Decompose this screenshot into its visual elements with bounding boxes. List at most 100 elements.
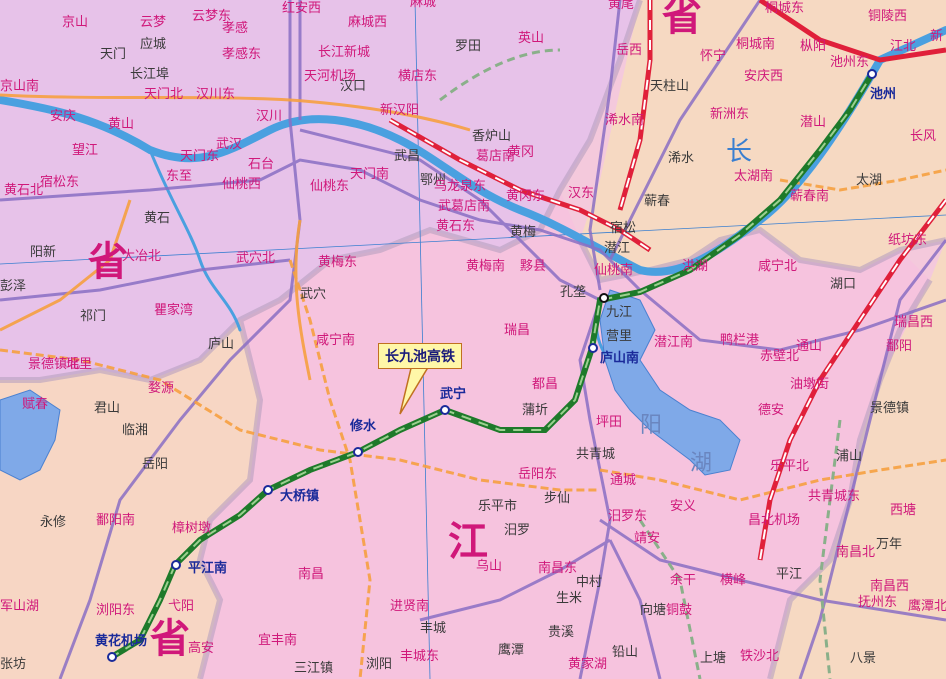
- place-label: 蕲春: [644, 194, 670, 209]
- place-label: 孔垄: [560, 285, 586, 300]
- place-label: 汉川: [256, 109, 282, 124]
- station-label-lushan-nan: 庐山南: [600, 350, 639, 366]
- place-label: 黟县: [520, 259, 546, 274]
- place-label: 靖安: [634, 531, 660, 546]
- place-label: 乐平北: [770, 459, 809, 474]
- place-label: 孝感: [222, 20, 248, 36]
- place-label: 西塘: [890, 502, 916, 518]
- place-label: 湖口: [830, 277, 856, 292]
- place-label: 彭泽: [0, 279, 26, 294]
- place-label: 安庆西: [744, 69, 783, 84]
- place-label: 丰城东: [400, 649, 439, 664]
- place-label: 岳阳: [142, 457, 168, 472]
- place-label: 黄冈: [508, 145, 534, 160]
- place-label: 丰城: [420, 621, 446, 636]
- place-label: 君山: [94, 401, 120, 416]
- place-label: 池州东: [830, 55, 869, 70]
- place-label: 八景: [850, 651, 876, 666]
- place-label: 黄梅南: [466, 258, 505, 274]
- place-label: 向塘: [640, 602, 666, 618]
- place-label: 军山湖: [0, 599, 39, 614]
- station-marker-jiujiang: [600, 294, 608, 302]
- station-label-jiujiang: 九江: [606, 305, 632, 320]
- place-label: 浏阳: [366, 656, 392, 672]
- place-label: 新: [930, 28, 943, 44]
- place-label: 瞿家湾: [154, 302, 193, 318]
- place-label: 应城: [140, 36, 166, 52]
- place-label: 通城: [610, 473, 636, 488]
- place-label: 汨罗: [504, 523, 530, 538]
- place-label: 麻城: [410, 0, 436, 10]
- place-label: 赤壁北: [760, 349, 799, 364]
- place-label: 南昌西: [870, 578, 909, 594]
- place-label: 潜江: [604, 241, 630, 256]
- place-label: 都昌: [532, 377, 558, 392]
- station-marker-xiushui: [354, 448, 362, 456]
- place-label: 瑞昌西: [894, 315, 933, 330]
- place-label: 南昌: [298, 566, 324, 582]
- place-label: 红安西: [282, 0, 321, 16]
- place-label: 岳西: [616, 43, 642, 58]
- place-label: 潜江南: [654, 334, 693, 350]
- place-label: 鄱阳: [886, 339, 912, 354]
- place-label: 天门: [100, 47, 126, 62]
- place-label: 铅山: [612, 645, 638, 660]
- place-label: 贵溪: [548, 625, 574, 640]
- place-label: 樟树墩: [172, 521, 211, 536]
- place-label: 抚州东: [858, 595, 897, 610]
- place-label: 乌龙泉东: [434, 178, 486, 194]
- place-label: 临湘: [122, 423, 148, 438]
- place-label: 通山: [796, 339, 822, 354]
- place-label: 宿松东: [40, 174, 79, 190]
- place-label: 上塘: [700, 650, 726, 666]
- water-label-yang: 阳: [640, 413, 662, 438]
- place-label: 桐城南: [736, 36, 775, 52]
- place-label: 黄冈东: [506, 189, 545, 204]
- place-label: 高安: [188, 640, 214, 656]
- place-label: 安义: [670, 499, 696, 514]
- line-name-callout: 长九池高铁: [378, 343, 462, 369]
- place-label: 黄梅: [510, 225, 536, 240]
- place-label: 咸宁南: [316, 332, 355, 348]
- place-label: 纸坊东: [888, 233, 927, 248]
- place-label: 汉口: [340, 79, 366, 94]
- place-label: 瑶里: [66, 357, 92, 372]
- place-label: 铁沙北: [740, 649, 779, 664]
- station-label-chizhou: 池州: [870, 86, 896, 102]
- place-label: 蒲圻: [522, 403, 548, 418]
- place-label: 武昌: [394, 149, 420, 164]
- place-label: 黄梅东: [318, 255, 357, 270]
- water-label-hu: 湖: [690, 451, 712, 476]
- place-label: 长风: [910, 129, 936, 144]
- place-label: 平江: [776, 567, 802, 582]
- place-label: 黄山: [108, 117, 134, 132]
- place-label: 德安: [758, 403, 784, 418]
- place-label: 弋阳: [168, 599, 194, 614]
- place-label: 阳新: [30, 244, 56, 260]
- place-label: 鄱阳南: [96, 512, 135, 528]
- place-label: 万年: [876, 537, 902, 552]
- place-label: 天门东: [180, 149, 219, 164]
- place-label: 铜鼓: [666, 603, 692, 618]
- big-char-sheng-top: 省: [662, 0, 702, 40]
- place-label: 汨罗东: [608, 509, 647, 524]
- place-label: 营里: [606, 329, 632, 344]
- place-label: 天柱山: [650, 79, 689, 94]
- place-label: 京山: [62, 15, 88, 30]
- station-marker-huanghua-airport: [108, 653, 116, 661]
- place-label: 油墩街: [790, 377, 829, 392]
- place-label: 浦山: [836, 449, 862, 464]
- place-label: 三江镇: [294, 661, 333, 676]
- station-marker-daqiao-zhen: [264, 486, 272, 494]
- place-label: 天门南: [350, 166, 389, 182]
- place-label: 咸宁北: [758, 258, 797, 274]
- place-label: 宜丰南: [258, 632, 297, 648]
- place-label: 铜陵西: [868, 9, 907, 24]
- place-label: 浠水南: [605, 112, 644, 128]
- place-label: 庐山: [208, 337, 234, 352]
- place-label: 东至: [166, 169, 192, 184]
- place-label: 南昌东: [538, 560, 577, 576]
- place-label: 英山: [518, 31, 544, 46]
- station-marker-wuning: [441, 406, 449, 414]
- station-marker-pingjiang-nan: [172, 561, 180, 569]
